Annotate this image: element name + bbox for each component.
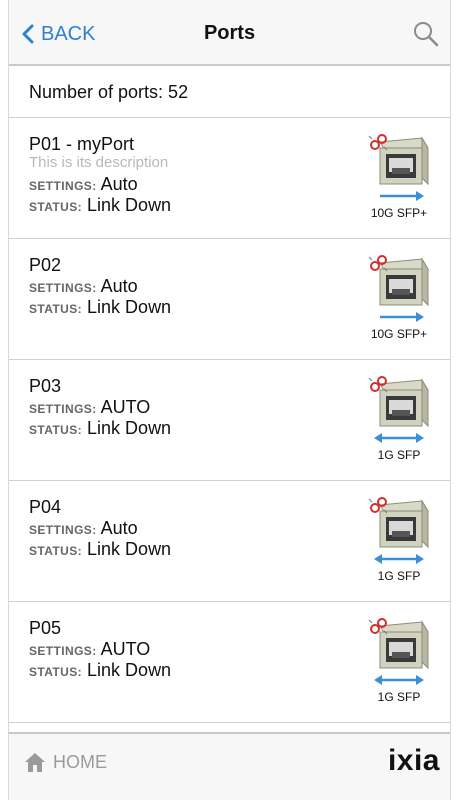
status-key: STATUS: xyxy=(29,302,83,316)
arrow-icon xyxy=(374,675,424,685)
port-name: P02 xyxy=(29,255,62,275)
arrow-icon xyxy=(374,554,424,564)
port-type-label: 10G SFP+ xyxy=(370,206,428,220)
port-description: This is its description xyxy=(29,154,169,171)
sfp-module-icon xyxy=(368,134,429,201)
status-key: STATUS: xyxy=(29,423,83,437)
port-status: STATUS: Link Down xyxy=(29,297,171,318)
port-row[interactable]: P04 SETTINGS: Auto STATUS: Link Down 1G … xyxy=(9,481,450,602)
port-name: P04 xyxy=(29,497,62,517)
port-type-icon: 10G SFP+ xyxy=(362,132,436,232)
nav-bar: BACK Ports xyxy=(9,0,450,66)
port-type-label: 1G SFP xyxy=(377,690,421,704)
broken-link-icon xyxy=(368,255,388,272)
status-value: Link Down xyxy=(87,418,172,438)
sfp-module-icon xyxy=(368,255,429,322)
sfp-module-icon xyxy=(368,376,429,443)
broken-link-icon xyxy=(368,497,388,514)
port-list: P01 - myPort This is its description SET… xyxy=(9,118,450,723)
port-settings: SETTINGS: Auto xyxy=(29,518,138,539)
port-settings: SETTINGS: Auto xyxy=(29,276,138,297)
port-settings: SETTINGS: AUTO xyxy=(29,397,150,418)
port-status: STATUS: Link Down xyxy=(29,195,171,216)
port-name: P03 xyxy=(29,376,62,396)
port-status: STATUS: Link Down xyxy=(29,539,171,560)
status-value: Link Down xyxy=(87,539,172,559)
arrow-icon xyxy=(380,312,424,322)
home-button[interactable]: HOME xyxy=(23,750,107,774)
settings-value: Auto xyxy=(100,518,138,538)
broken-link-icon xyxy=(368,134,388,151)
port-status: STATUS: Link Down xyxy=(29,660,171,681)
port-settings: SETTINGS: AUTO xyxy=(29,639,150,660)
status-key: STATUS: xyxy=(29,200,83,214)
status-value: Link Down xyxy=(87,297,172,317)
app-frame: BACK Ports Number of ports: 52 P01 - myP… xyxy=(8,0,451,800)
status-key: STATUS: xyxy=(29,544,83,558)
settings-value: AUTO xyxy=(100,639,151,659)
broken-link-icon xyxy=(368,376,388,393)
home-label: HOME xyxy=(53,751,107,772)
broken-link-icon xyxy=(368,618,388,635)
port-settings: SETTINGS: Auto xyxy=(29,174,138,195)
port-name: P05 xyxy=(29,618,62,638)
port-row[interactable]: P03 SETTINGS: AUTO STATUS: Link Down 1G … xyxy=(9,360,450,481)
home-icon xyxy=(25,753,45,772)
settings-key: SETTINGS: xyxy=(29,644,97,658)
port-row[interactable]: P02 SETTINGS: Auto STATUS: Link Down 10G… xyxy=(9,239,450,360)
settings-value: Auto xyxy=(100,174,138,194)
port-count: Number of ports: 52 xyxy=(9,66,450,118)
settings-value: Auto xyxy=(100,276,138,296)
settings-value: AUTO xyxy=(100,397,151,417)
status-key: STATUS: xyxy=(29,665,83,679)
port-type-icon: 1G SFP xyxy=(362,616,436,716)
port-status: STATUS: Link Down xyxy=(29,418,171,439)
port-name: P01 - myPort xyxy=(29,134,135,154)
settings-key: SETTINGS: xyxy=(29,402,97,416)
sfp-module-icon xyxy=(368,497,429,564)
settings-key: SETTINGS: xyxy=(29,523,97,537)
port-type-label: 1G SFP xyxy=(377,569,421,583)
ixia-logo: ixia xyxy=(387,744,440,777)
tab-bar: HOME ixia xyxy=(9,732,450,800)
port-row[interactable]: P05 SETTINGS: AUTO STATUS: Link Down 1G … xyxy=(9,602,450,723)
status-value: Link Down xyxy=(87,195,172,215)
page-title: Ports xyxy=(203,22,256,44)
port-type-icon: 1G SFP xyxy=(362,374,436,474)
arrow-icon xyxy=(374,433,424,443)
arrow-icon xyxy=(380,191,424,201)
search-icon[interactable] xyxy=(412,20,440,48)
port-row[interactable]: P01 - myPort This is its description SET… xyxy=(9,118,450,239)
port-type-icon: 1G SFP xyxy=(362,495,436,595)
port-type-icon: 10G SFP+ xyxy=(362,253,436,353)
port-type-label: 1G SFP xyxy=(377,448,421,462)
settings-key: SETTINGS: xyxy=(29,281,97,295)
status-value: Link Down xyxy=(87,660,172,680)
port-type-label: 10G SFP+ xyxy=(370,327,428,341)
settings-key: SETTINGS: xyxy=(29,179,97,193)
sfp-module-icon xyxy=(368,618,429,685)
